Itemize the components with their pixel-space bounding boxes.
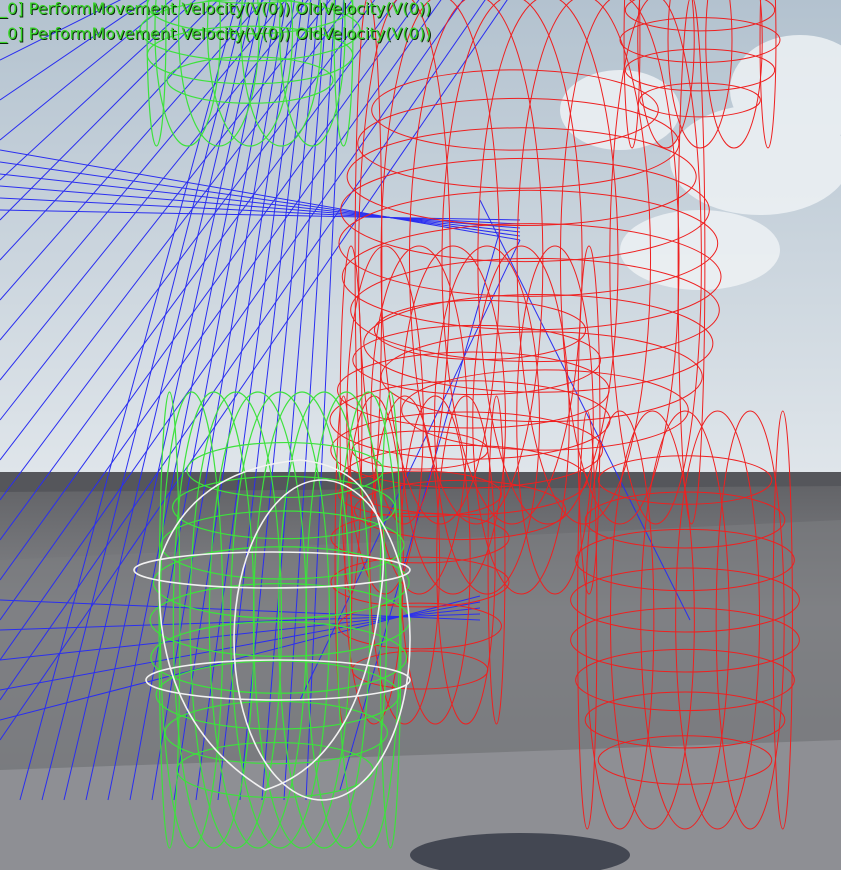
scene-canvas (0, 0, 841, 870)
debug-message-1: C_0] PerformMovement Velocity(V(0)) OldV… (0, 0, 432, 18)
game-viewport[interactable]: C_0] PerformMovement Velocity(V(0)) OldV… (0, 0, 841, 870)
debug-message-2: C_0] PerformMovement Velocity(V(0)) OldV… (0, 24, 432, 43)
